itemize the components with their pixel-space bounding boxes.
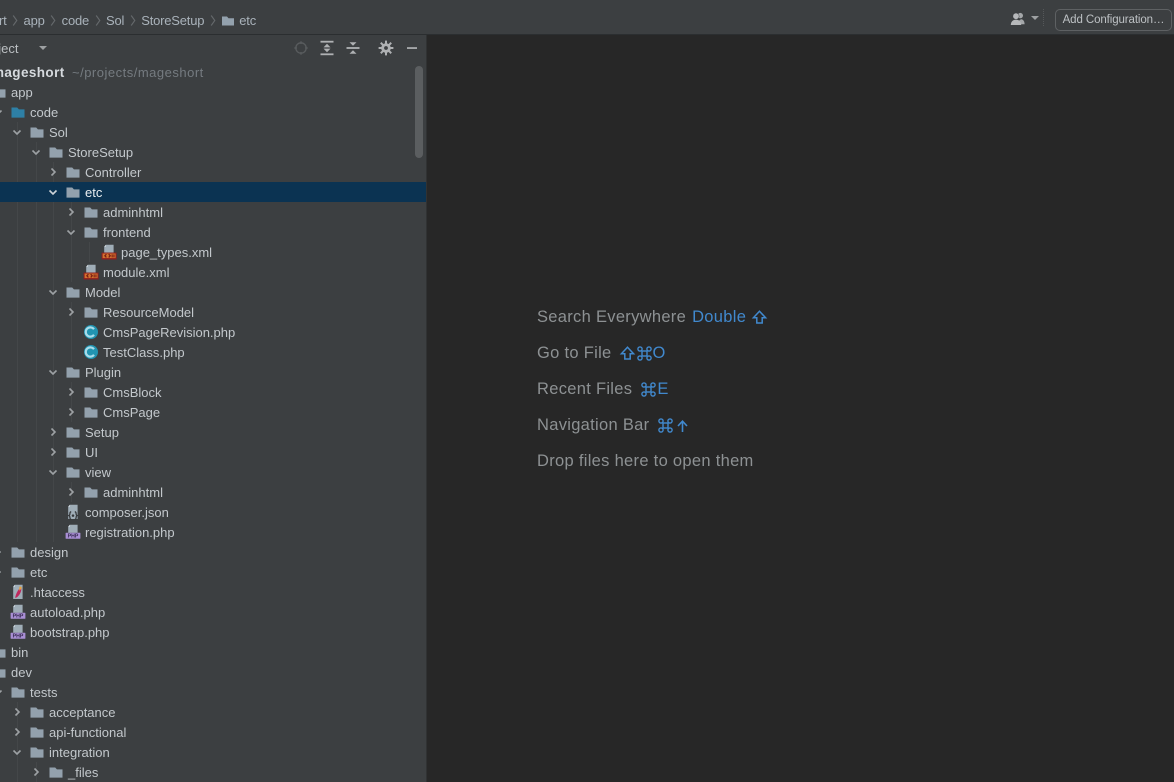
svg-text:PHP: PHP <box>13 634 24 640</box>
svg-text:PHP: PHP <box>68 534 79 540</box>
svg-text:PHP: PHP <box>13 614 24 620</box>
